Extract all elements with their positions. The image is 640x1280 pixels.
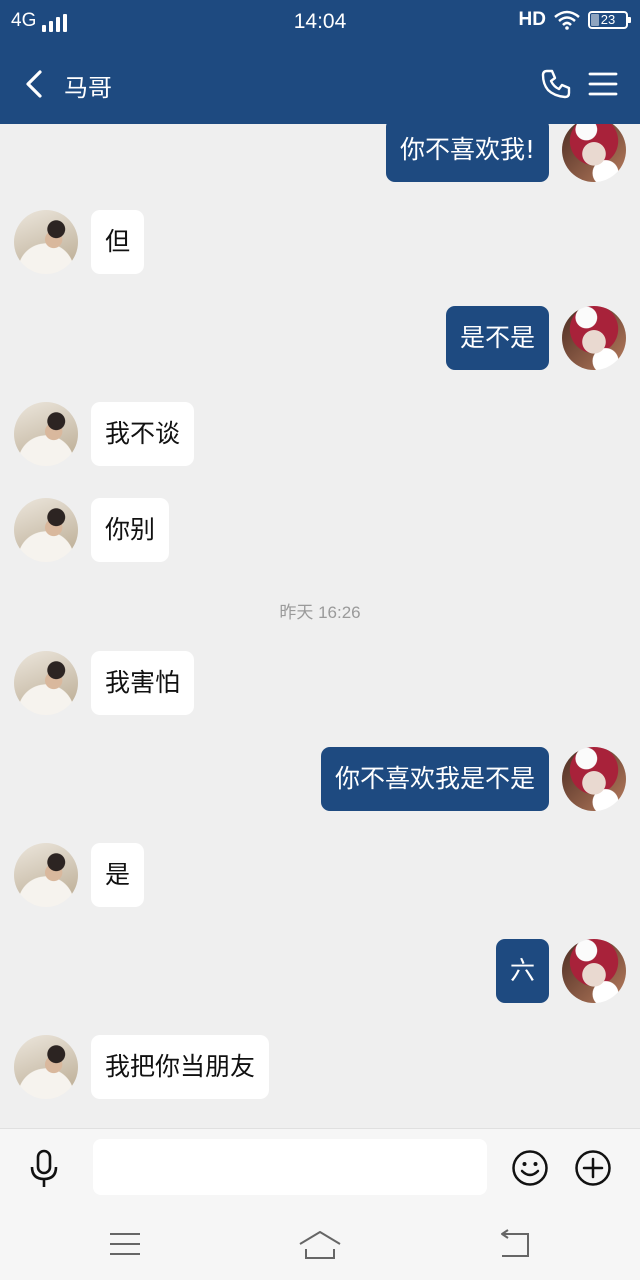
message-bubble[interactable]: 我不谈 — [91, 402, 195, 466]
system-navigation — [0, 1206, 640, 1280]
message-bubble[interactable]: 是 — [91, 843, 145, 907]
system-home-icon[interactable] — [298, 1228, 342, 1262]
microphone-icon[interactable] — [26, 1149, 62, 1189]
system-menu-icon[interactable] — [108, 1230, 142, 1258]
status-right: HD 23 — [518, 9, 631, 31]
message-bubble[interactable]: 你不喜欢我是不是 — [320, 747, 549, 811]
system-back-icon[interactable] — [498, 1228, 532, 1260]
my-avatar[interactable] — [562, 747, 626, 811]
contact-avatar[interactable] — [14, 651, 78, 715]
message-bubble[interactable]: 你不喜欢我! — [385, 124, 549, 182]
message-list[interactable]: 你不喜欢我! 但 是不是 我不谈 你别 昨天 16:26 我害怕 你不喜欢我是不… — [0, 124, 640, 1128]
message-bubble[interactable]: 但 — [91, 210, 145, 274]
status-bar: 4G 14:04 HD 23 — [0, 0, 640, 44]
back-icon[interactable] — [20, 66, 56, 102]
contact-avatar[interactable] — [14, 498, 78, 562]
message-bubble[interactable]: 我把你当朋友 — [91, 1035, 270, 1099]
contact-name: 马哥 — [64, 74, 112, 102]
contact-avatar[interactable] — [14, 402, 78, 466]
message-bubble[interactable]: 是不是 — [445, 306, 549, 370]
message-input[interactable] — [93, 1139, 487, 1195]
battery-icon: 23 — [588, 11, 631, 29]
input-bar — [0, 1128, 640, 1206]
message-bubble[interactable]: 六 — [495, 939, 549, 1003]
menu-icon[interactable] — [586, 66, 620, 102]
contact-avatar[interactable] — [14, 1035, 78, 1099]
my-avatar[interactable] — [562, 306, 626, 370]
chat-header: 马哥 — [0, 44, 640, 124]
plus-icon[interactable] — [574, 1149, 612, 1187]
wifi-icon — [554, 10, 580, 30]
my-avatar[interactable] — [562, 124, 626, 182]
message-bubble[interactable]: 我害怕 — [91, 651, 195, 715]
contact-avatar[interactable] — [14, 210, 78, 274]
phone-icon[interactable] — [538, 66, 574, 102]
hd-indicator: HD — [518, 9, 546, 30]
emoji-icon[interactable] — [511, 1149, 549, 1187]
battery-level: 23 — [600, 12, 616, 27]
message-timestamp: 昨天 16:26 — [279, 603, 361, 622]
my-avatar[interactable] — [562, 939, 626, 1003]
message-bubble[interactable]: 你别 — [91, 498, 170, 562]
contact-avatar[interactable] — [14, 843, 78, 907]
